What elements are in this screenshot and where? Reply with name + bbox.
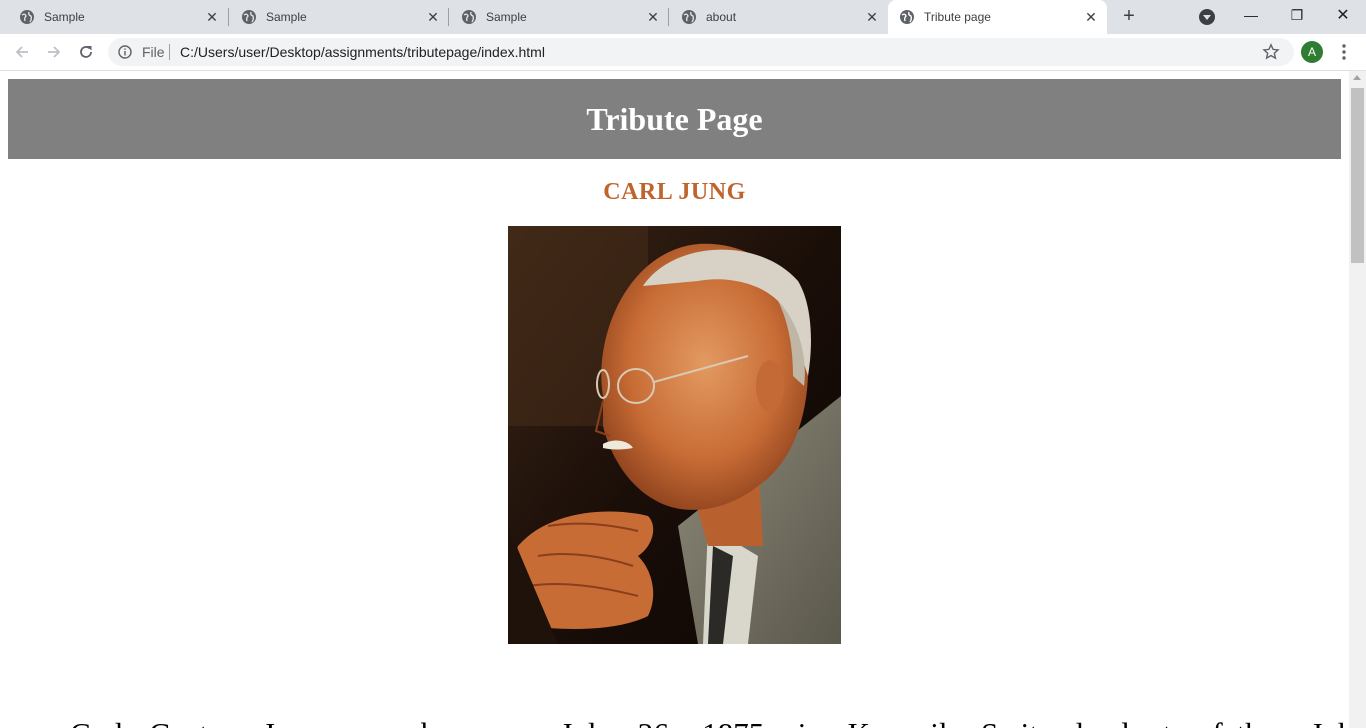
tab-sample-2[interactable]: Sample ✕ [222,0,446,34]
more-vert-icon[interactable] [1336,43,1352,61]
divider [169,44,170,60]
reload-button[interactable] [74,42,98,62]
tab-search-icon[interactable] [1199,9,1215,25]
plus-icon[interactable]: + [1119,6,1139,27]
close-icon[interactable]: ✕ [646,10,660,24]
tab-tribute-page[interactable]: Tribute page ✕ [888,0,1107,34]
scheme-label: File [142,44,165,60]
tab-title: Tribute page [924,10,991,24]
tab-title: Sample [486,10,527,24]
globe-icon [682,10,696,24]
page-title: Tribute Page [586,101,763,137]
bio-paragraph: Carl Gustav Jung was born on July 26, 18… [70,716,1366,728]
scroll-thumb[interactable] [1351,88,1364,263]
tab-strip: Sample ✕ Sample ✕ Sample ✕ about ✕ Tribu… [0,0,1366,34]
vertical-scrollbar[interactable] [1349,71,1366,728]
star-icon[interactable] [1262,43,1280,61]
back-arrow-icon [15,46,28,58]
globe-icon [20,10,34,24]
tab-title: Sample [44,10,85,24]
minimize-button[interactable]: — [1228,0,1274,30]
tab-title: Sample [266,10,307,24]
portrait-image [508,226,841,644]
tab-about[interactable]: about ✕ [662,0,886,34]
person-name: CARL JUNG [603,179,746,205]
restore-button[interactable]: ❐ [1274,0,1320,30]
info-icon[interactable] [118,45,132,59]
reload-icon [80,46,92,58]
tab-sample-3[interactable]: Sample ✕ [442,0,666,34]
back-button[interactable] [10,42,34,62]
forward-arrow-icon [48,46,61,58]
address-bar[interactable]: File C:/Users/user/Desktop/assignments/t… [108,38,1294,66]
page-header: Tribute Page [8,79,1341,159]
globe-icon [900,10,914,24]
tab-title: about [706,10,737,24]
close-icon[interactable]: ✕ [205,10,219,24]
browser-toolbar: File C:/Users/user/Desktop/assignments/t… [0,34,1366,71]
close-icon[interactable]: ✕ [426,10,440,24]
globe-icon [462,10,476,24]
page-viewport: Tribute Page CARL JUNG [0,71,1366,728]
tab-sample-1[interactable]: Sample ✕ [0,0,226,34]
avatar[interactable]: A [1301,41,1323,63]
close-icon[interactable]: ✕ [1084,10,1098,24]
window-close-button[interactable]: ✕ [1320,0,1366,30]
globe-icon [242,10,256,24]
scroll-up-arrow-icon[interactable] [1353,75,1361,80]
forward-button[interactable] [42,42,66,62]
url-text[interactable]: C:/Users/user/Desktop/assignments/tribut… [180,44,545,60]
close-icon[interactable]: ✕ [865,10,879,24]
